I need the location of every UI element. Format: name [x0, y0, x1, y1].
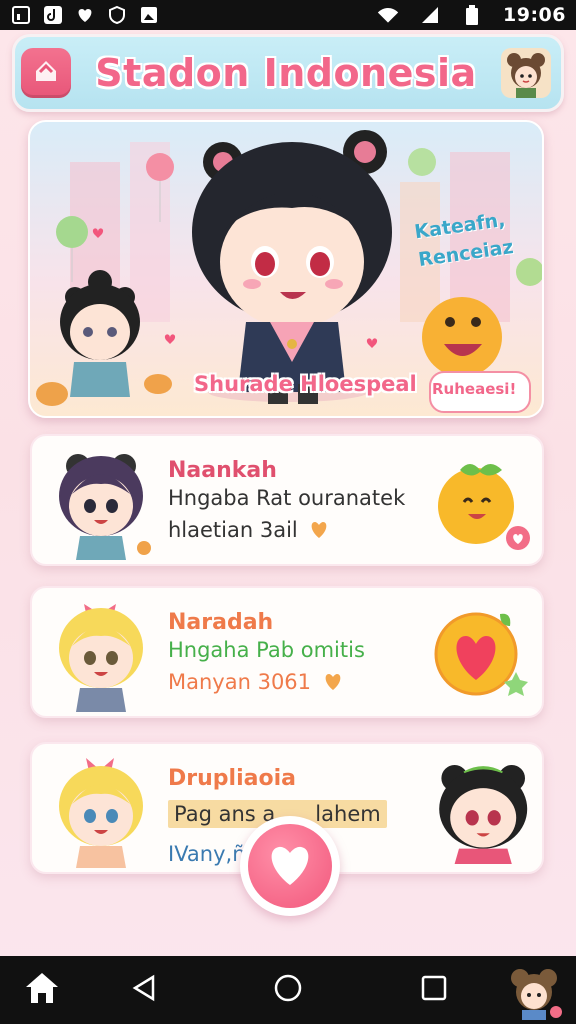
hero-banner[interactable]: Kateafn, Renceiaz Shurade Hloespeal Ruhe… — [28, 120, 544, 418]
signal-icon — [419, 5, 441, 25]
recents-icon — [420, 974, 448, 1006]
app-header: Stadon Indonesia — [12, 34, 564, 112]
list-item[interactable]: Naradah Hngaha Pab omitis Manyan 3061 — [30, 586, 544, 718]
character-avatar — [59, 604, 143, 712]
profile-avatar[interactable] — [501, 48, 551, 98]
wifi-icon — [377, 5, 399, 25]
home-icon — [24, 971, 60, 1009]
card-title: Drupliaoia — [168, 766, 296, 791]
character-avatar — [59, 758, 143, 868]
character-avatar — [59, 454, 151, 560]
banner-badge-text: Ruheaesi! — [432, 380, 517, 398]
heart-icon — [308, 519, 330, 544]
heart-fruit-icon — [434, 612, 528, 696]
card-title: Naradah — [168, 610, 274, 635]
heart-icon — [265, 841, 315, 891]
card-detail: hlaetian 3ail — [168, 518, 298, 542]
favorite-button-inner — [248, 824, 332, 908]
nav-avatar[interactable] — [504, 964, 564, 1020]
circle-home-icon — [272, 972, 304, 1008]
card-detail-row: hlaetian 3ail — [168, 518, 330, 544]
girl-avatar — [439, 765, 528, 864]
back-icon — [129, 973, 159, 1007]
list-item[interactable]: Naankah Hngaba Rat ouranatek hlaetian 3a… — [30, 434, 544, 566]
home-button[interactable] — [21, 48, 71, 98]
nav-home-button[interactable] — [22, 970, 62, 1010]
tiktok-icon — [42, 5, 64, 25]
battery-icon — [461, 5, 483, 25]
banner-caption: Shurade Hloespeal — [194, 372, 417, 396]
shield-icon — [106, 5, 128, 25]
card-detail-row: Manyan 3061 — [168, 670, 344, 696]
photo-icon — [138, 5, 160, 25]
card-title: Naankah — [168, 458, 277, 483]
card-subtitle: Hngaha Pab omitis — [168, 638, 365, 662]
nav-circle-home-button[interactable] — [268, 970, 308, 1010]
home-icon — [31, 56, 61, 90]
nav-recents-button[interactable] — [414, 970, 454, 1010]
status-bar: 19:06 — [0, 0, 576, 30]
card-subtitle: Hngaba Rat ouranatek — [168, 486, 406, 510]
orange-fruit-icon — [438, 464, 530, 550]
favorite-button[interactable] — [240, 816, 340, 916]
navigation-bar — [0, 956, 576, 1024]
avatar — [511, 969, 562, 1020]
page-title: Stadon Indonesia — [95, 51, 477, 95]
notification-icon — [10, 5, 32, 25]
card-detail: Manyan 3061 — [168, 670, 312, 694]
nav-back-button[interactable] — [124, 970, 164, 1010]
heart-icon — [322, 671, 344, 696]
heart-app-icon — [74, 5, 96, 25]
clock: 19:06 — [503, 4, 566, 26]
